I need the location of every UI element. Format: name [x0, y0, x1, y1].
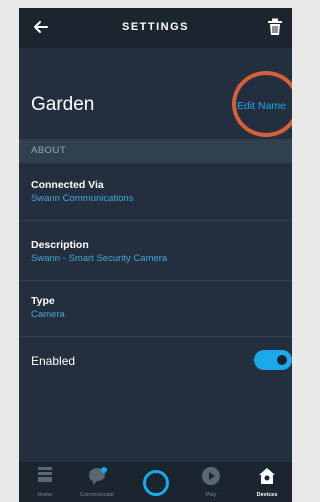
about-section-header: ABOUT: [19, 139, 292, 163]
nav-devices-label: Devices: [256, 492, 278, 498]
nav-devices[interactable]: Devices: [247, 462, 287, 502]
alexa-icon: [143, 470, 169, 496]
home-icon: [38, 467, 52, 482]
type-label: Type: [31, 295, 55, 307]
nav-communicate[interactable]: Communicate: [77, 462, 117, 502]
annotation-circle: [232, 71, 292, 137]
divider: [19, 280, 292, 281]
type-value: Camera: [31, 309, 65, 320]
enabled-label: Enabled: [31, 354, 76, 368]
trash-icon[interactable]: [267, 18, 283, 36]
divider: [19, 220, 292, 221]
nav-communicate-label: Communicate: [80, 492, 114, 498]
nav-home-label: Home: [37, 492, 53, 498]
phone-screen: SETTINGS Garden Edit Name ABOUT Connecte…: [19, 8, 292, 502]
connected-via-label: Connected Via: [31, 179, 104, 191]
connected-via-value: Swann Communications: [31, 193, 134, 204]
nav-alexa[interactable]: [136, 462, 176, 502]
chat-bubble-icon: [89, 467, 107, 485]
toggle-knob: [277, 355, 287, 365]
nav-play[interactable]: Play: [191, 462, 231, 502]
nav-play-label: Play: [205, 492, 217, 498]
enabled-toggle[interactable]: [254, 350, 292, 370]
top-bar: SETTINGS: [19, 8, 292, 48]
play-icon: [202, 467, 220, 485]
device-name: Garden: [31, 94, 95, 115]
page-title: SETTINGS: [121, 21, 189, 33]
devices-icon: [259, 468, 275, 484]
divider: [19, 336, 292, 337]
bottom-nav: Home Communicate Play Devices: [19, 462, 292, 502]
description-value: Swann - Smart Security Camera: [31, 253, 168, 264]
nav-home[interactable]: Home: [25, 462, 65, 502]
about-section-label: ABOUT: [31, 145, 67, 156]
description-label: Description: [31, 239, 89, 251]
